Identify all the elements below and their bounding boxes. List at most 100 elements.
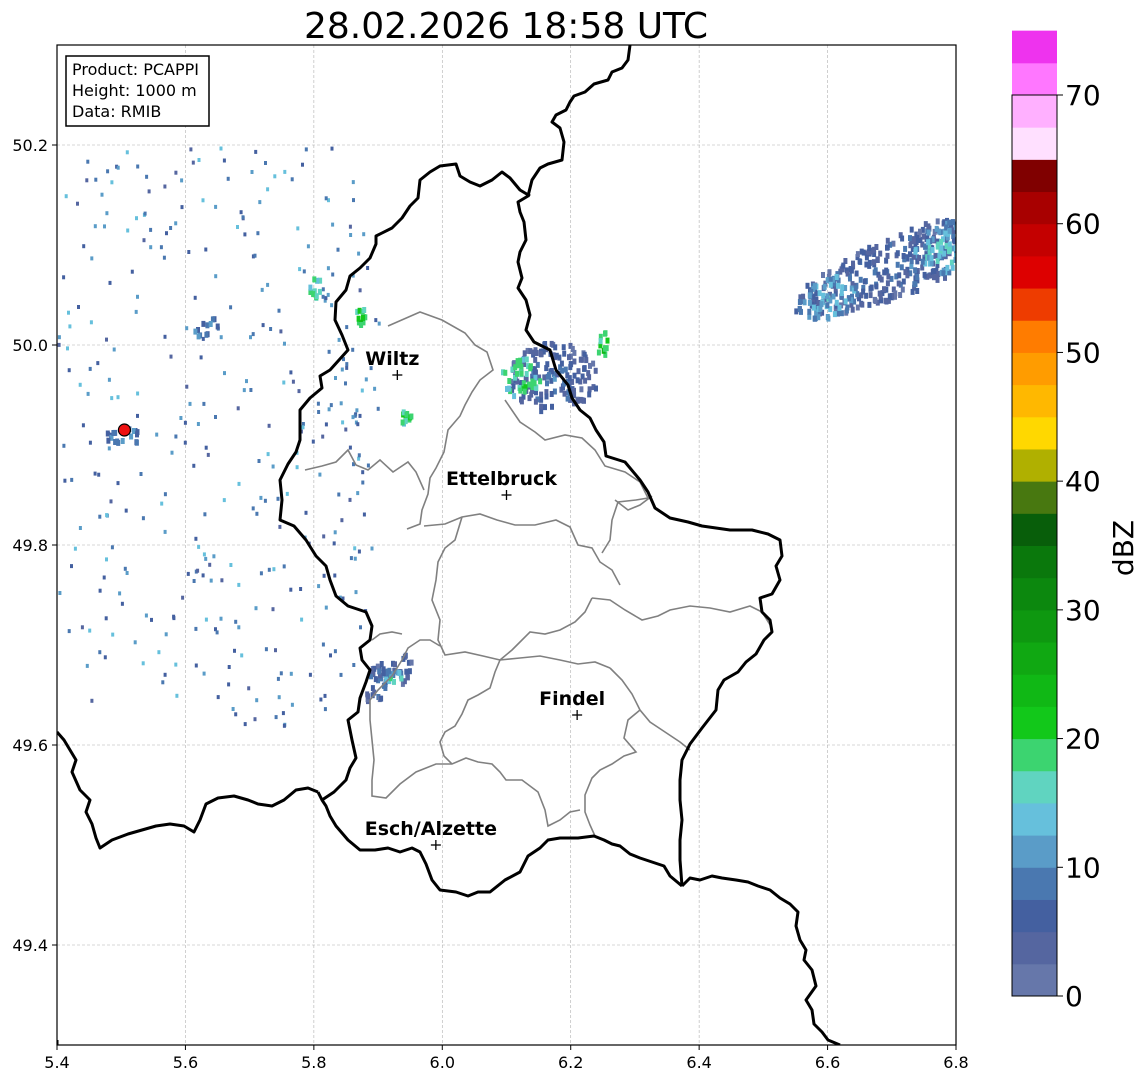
clutter-pixel xyxy=(116,395,120,400)
echo-pixel xyxy=(567,375,572,382)
echo-pixel xyxy=(549,340,554,347)
info-product: Product: PCAPPI xyxy=(72,60,199,79)
colorbar-segment xyxy=(1012,191,1057,225)
echo-pixel xyxy=(975,217,979,223)
echo-pixel xyxy=(111,430,116,436)
clutter-pixel xyxy=(263,498,267,503)
echo-pixel xyxy=(920,258,925,265)
echo-pixel xyxy=(409,413,414,420)
echo-pixel xyxy=(807,299,812,306)
echo-pixel xyxy=(579,386,584,393)
clutter-pixel xyxy=(317,584,321,589)
echo-pixel xyxy=(935,276,940,283)
clutter-pixel xyxy=(236,406,240,411)
clutter-pixel xyxy=(189,147,193,152)
echo-pixel xyxy=(962,249,966,255)
clutter-pixel xyxy=(147,189,151,194)
clutter-pixel xyxy=(298,267,302,272)
echo-pixel xyxy=(932,274,936,281)
echo-pixel xyxy=(407,668,412,675)
echo-pixel xyxy=(603,345,607,352)
echo-pixel xyxy=(994,219,998,225)
clutter-pixel xyxy=(145,174,149,179)
echo-pixel xyxy=(1004,234,1008,240)
echo-pixel xyxy=(960,230,964,236)
echo-pixel xyxy=(922,271,927,278)
clutter-pixel xyxy=(349,556,353,561)
echo-pixel xyxy=(921,233,926,240)
echo-pixel xyxy=(312,276,317,283)
clutter-pixel xyxy=(345,365,349,370)
clutter-pixel xyxy=(304,510,308,515)
echo-pixel xyxy=(957,237,961,243)
clutter-pixel xyxy=(245,379,248,384)
echo-pixel xyxy=(828,281,833,288)
clutter-pixel xyxy=(231,707,235,711)
clutter-pixel xyxy=(256,231,260,236)
clutter-pixel xyxy=(267,423,271,428)
clutter-pixel xyxy=(274,648,277,653)
echo-pixel xyxy=(797,299,802,305)
clutter-pixel xyxy=(219,146,223,151)
clutter-pixel xyxy=(351,180,355,185)
clutter-pixel xyxy=(93,471,97,476)
echo-pixel xyxy=(528,348,533,355)
echo-pixel xyxy=(900,286,905,293)
x-tick-label: 5.6 xyxy=(173,1053,198,1072)
echo-pixel xyxy=(965,237,969,243)
clutter-pixel xyxy=(157,650,161,655)
echo-pixel xyxy=(855,304,860,311)
clutter-pixel xyxy=(202,552,206,557)
echo-pixel xyxy=(956,256,960,262)
echo-pixel xyxy=(308,284,313,291)
clutter-pixel xyxy=(96,361,100,366)
echo-pixel xyxy=(973,253,977,259)
echo-pixel xyxy=(518,387,523,394)
echo-pixel xyxy=(827,269,832,276)
echo-pixel xyxy=(909,226,914,233)
clutter-pixel xyxy=(279,329,283,334)
echo-pixel xyxy=(106,437,111,444)
x-axis: 5.4 5.6 5.8 6.0 6.2 6.4 6.6 6.8 xyxy=(44,1045,969,1072)
echo-pixel xyxy=(134,439,139,446)
echo-pixel xyxy=(563,366,568,373)
clutter-pixel xyxy=(321,434,325,439)
clutter-pixel xyxy=(259,495,263,500)
clutter-pixel xyxy=(340,518,344,523)
clutter-pixel xyxy=(109,499,113,504)
clutter-pixel xyxy=(57,335,61,340)
clutter-pixel xyxy=(70,564,73,569)
city-label: Ettelbruck xyxy=(446,468,557,490)
echo-pixel xyxy=(984,212,988,218)
echo-pixel xyxy=(1001,210,1005,216)
echo-pixel xyxy=(1004,218,1008,224)
clutter-pixel xyxy=(242,388,246,393)
echo-pixel xyxy=(379,661,384,667)
clutter-pixel xyxy=(219,335,223,340)
clutter-pixel xyxy=(334,376,337,380)
clutter-pixel xyxy=(324,196,328,201)
clutter-pixel xyxy=(360,388,364,393)
echo-pixel xyxy=(356,315,361,322)
clutter-pixel xyxy=(311,439,315,444)
clutter-pixel xyxy=(323,707,327,712)
echo-pixel xyxy=(582,365,587,372)
clutter-pixel xyxy=(319,697,323,702)
clutter-pixel xyxy=(66,346,69,351)
echo-pixel xyxy=(113,439,118,445)
echo-pixel xyxy=(971,217,975,223)
colorbar-segment xyxy=(1012,642,1057,675)
clutter-pixel xyxy=(289,671,293,676)
clutter-pixel xyxy=(90,698,94,703)
clutter-pixel xyxy=(226,176,230,181)
clutter-pixel xyxy=(179,416,183,420)
clutter-pixel xyxy=(283,341,286,346)
echo-pixel xyxy=(878,250,883,257)
echo-pixel xyxy=(998,222,1002,228)
clutter-pixel xyxy=(125,150,129,155)
clutter-pixel xyxy=(290,177,294,182)
x-tick-label: 5.8 xyxy=(301,1053,326,1072)
echo-pixel xyxy=(901,253,906,259)
clutter-pixel xyxy=(194,663,198,668)
clutter-pixel xyxy=(141,661,145,666)
